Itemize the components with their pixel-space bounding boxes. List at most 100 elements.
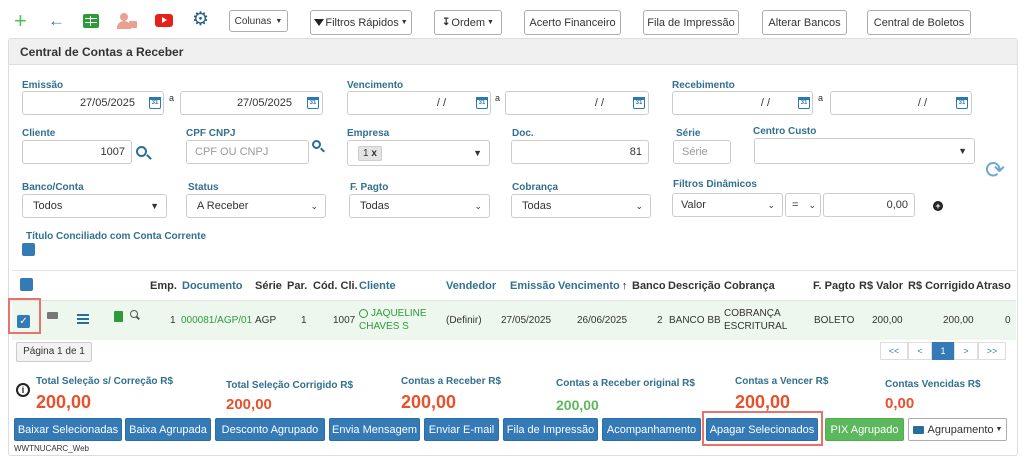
cell-cliente-line2[interactable]: CHAVES S	[359, 321, 409, 332]
serie-input[interactable]: Série	[673, 140, 731, 164]
envia-mensagem-button[interactable]: Envia Mensagem	[329, 418, 420, 441]
gear-icon[interactable]: ⚙	[192, 10, 209, 30]
recebimento-to-input[interactable]: / /	[830, 91, 972, 115]
cell-vendedor: (Definir)	[446, 315, 482, 326]
refresh-icon[interactable]: ⟳	[985, 158, 1005, 184]
filtro-operador-select[interactable]: = ⌄	[785, 193, 821, 217]
f-pagto-select[interactable]: Todas ⌄	[349, 194, 490, 218]
col-serie[interactable]: Série	[255, 280, 282, 292]
emissao-to-input[interactable]: 27/05/2025	[180, 91, 323, 115]
recebimento-from-input[interactable]: / /	[672, 91, 813, 115]
cell-cliente-line1[interactable]: JAQUELINE	[371, 308, 427, 319]
prev-page-button[interactable]: <	[908, 342, 932, 360]
col-cod-cli[interactable]: Cód. Cli.	[313, 280, 358, 292]
user-lock-icon[interactable]	[117, 12, 137, 30]
pix-agrupado-button[interactable]: PIX Agrupado	[825, 418, 904, 441]
col-cobranca[interactable]: Cobrança	[724, 280, 775, 292]
calendar-icon[interactable]	[307, 97, 319, 109]
col-emissao[interactable]: Emissão	[510, 280, 555, 292]
serie-label: Série	[676, 128, 701, 139]
col-documento[interactable]: Documento	[182, 280, 243, 292]
magnifier-icon[interactable]	[130, 310, 140, 320]
fila-impressao-action-button[interactable]: Fila de Impressão	[503, 418, 598, 441]
col-cliente[interactable]: Cliente	[359, 280, 396, 292]
calendar-icon[interactable]	[149, 97, 161, 109]
baixar-selecionadas-button[interactable]: Baixar Selecionadas	[14, 418, 122, 441]
filtros-dinamicos-label: Filtros Dinâmicos	[673, 179, 757, 190]
first-page-button[interactable]: <<	[880, 342, 908, 360]
cell-corrigido: 200,00	[943, 315, 974, 326]
select-all-checkbox[interactable]	[20, 278, 33, 291]
filtros-rapidos-button[interactable]: Filtros Rápidos ▼	[310, 10, 412, 35]
col-valor[interactable]: R$ Valor	[859, 280, 903, 292]
back-arrow-icon[interactable]: ←	[48, 12, 65, 30]
col-par[interactable]: Par.	[287, 280, 307, 292]
search-icon[interactable]	[136, 146, 152, 160]
add-filter-icon[interactable]: +	[933, 201, 943, 211]
colunas-button[interactable]: Colunas ▼	[229, 10, 288, 32]
calendar-icon[interactable]	[633, 97, 645, 109]
vencimento-from-input[interactable]: / /	[347, 91, 491, 115]
agrupamento-button[interactable]: Agrupamento ▼	[908, 418, 1007, 441]
enviar-email-button[interactable]: Enviar E-mail	[424, 418, 499, 441]
apagar-selecionados-button[interactable]: Apagar Selecionados	[706, 418, 818, 441]
alterar-bancos-button[interactable]: Alterar Bancos	[762, 10, 847, 35]
col-emp[interactable]: Emp.	[150, 280, 177, 292]
empresa-select[interactable]: 1 x ▼	[347, 140, 490, 166]
footer-code: WWTNUCARC_Web	[14, 444, 89, 453]
col-f-pagto[interactable]: F. Pagto	[813, 280, 855, 292]
doc-input[interactable]: 81	[511, 140, 649, 164]
cliente-input[interactable]: 1007	[22, 140, 132, 164]
youtube-icon[interactable]	[155, 14, 173, 27]
cell-documento[interactable]: 000081/AGP/01	[181, 315, 252, 326]
current-page-button[interactable]: 1	[932, 342, 954, 360]
banco-conta-select[interactable]: Todos ▼	[22, 194, 167, 218]
col-vendedor[interactable]: Vendedor	[446, 280, 496, 292]
acerto-financeiro-button[interactable]: Acerto Financeiro	[524, 10, 621, 35]
panel-header: Central de Contas a Receber	[9, 39, 1017, 65]
central-boletos-button[interactable]: Central de Boletos	[867, 10, 971, 35]
col-vencimento[interactable]: Vencimento ↑	[558, 280, 627, 292]
vencimento-to-input[interactable]: / /	[505, 91, 649, 115]
desconto-agrupado-button[interactable]: Desconto Agrupado	[215, 418, 325, 441]
envelope-icon[interactable]	[47, 312, 58, 319]
col-banco[interactable]: Banco	[632, 280, 666, 292]
empresa-tag[interactable]: 1 x	[358, 145, 382, 161]
next-page-button[interactable]: >	[954, 342, 978, 360]
row-checkbox[interactable]: ✓	[17, 315, 30, 328]
page-info: Página 1 de 1	[16, 342, 92, 362]
search-icon[interactable]	[312, 140, 325, 153]
emissao-from-input[interactable]: 27/05/2025	[22, 91, 164, 115]
fila-impressao-button[interactable]: Fila de Impressão	[643, 10, 739, 35]
calendar-icon[interactable]	[798, 97, 810, 109]
col-descricao[interactable]: Descrição	[668, 280, 721, 292]
centro-custo-select[interactable]: ▼	[754, 138, 975, 164]
contas-a-receber-value: 200,00	[401, 392, 457, 412]
whatsapp-icon[interactable]	[359, 309, 368, 318]
contas-a-receber-original-value: 200,00	[556, 397, 599, 413]
funnel-icon	[314, 19, 325, 26]
doc-label: Doc.	[512, 128, 534, 139]
status-select[interactable]: A Receber ⌄	[186, 194, 326, 218]
titulo-conciliado-checkbox[interactable]	[22, 243, 35, 256]
add-icon[interactable]: +	[14, 10, 27, 32]
calendar-icon[interactable]	[956, 97, 968, 109]
vencimento-label: Vencimento	[347, 80, 404, 91]
cpf-cnpj-input[interactable]: CPF OU CNPJ	[186, 140, 309, 164]
cobranca-select[interactable]: Todas ⌄	[511, 194, 651, 218]
acompanhamento-button[interactable]: Acompanhamento	[602, 418, 701, 441]
vencimento-a-label: a	[495, 93, 501, 103]
cell-atraso: 0	[1005, 315, 1011, 326]
calendar-icon[interactable]	[476, 97, 488, 109]
last-page-button[interactable]: >>	[978, 342, 1006, 360]
total-sel-corrigido-value: 200,00	[226, 396, 272, 413]
col-corrigido[interactable]: R$ Corrigido	[908, 280, 975, 292]
menu-icon[interactable]	[77, 314, 89, 324]
baixa-agrupada-button[interactable]: Baixa Agrupada	[125, 418, 211, 441]
spreadsheet-icon[interactable]	[83, 14, 99, 28]
filtro-valor-input[interactable]: 0,00	[823, 193, 915, 217]
document-icon[interactable]	[114, 311, 123, 322]
filtro-campo-select[interactable]: Valor ⌄	[672, 193, 783, 217]
ordem-button[interactable]: ↧ Ordem ▼	[434, 10, 502, 35]
col-atraso[interactable]: Atraso	[976, 280, 1011, 292]
